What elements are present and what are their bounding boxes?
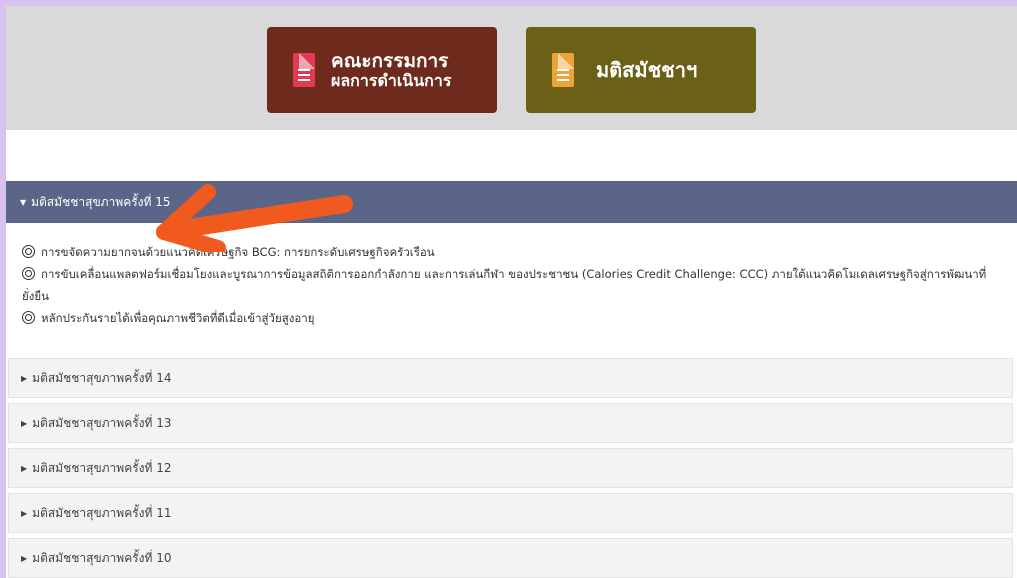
document-list-icon [293,53,315,87]
item-link[interactable]: การขจัดความยากจนด้วยแนวคิดเศรษฐกิจ BCG: … [41,245,435,259]
link-circle-icon [22,267,35,280]
list-item[interactable]: การขจัดความยากจนด้วยแนวคิดเศรษฐกิจ BCG: … [22,241,1003,263]
list-item[interactable]: หลักประกันรายได้เพื่อคุณภาพชีวิตที่ดีเมื… [22,307,1003,329]
accordion-header-expanded[interactable]: ▼ มติสมัชชาสุขภาพครั้งที่ 15 [6,181,1017,223]
resolution-button[interactable]: มติสมัชชาฯ [526,27,756,113]
page-frame: คณะกรรมการ ผลการดำเนินการ มติสมัชชาฯ ▼ ม… [6,6,1017,578]
caret-down-icon: ▼ [20,197,27,207]
committee-label-line2: ผลการดำเนินการ [331,70,452,90]
accordion-item-14[interactable]: ▶ มติสมัชชาสุขภาพครั้งที่ 14 [8,358,1013,398]
committee-label: คณะกรรมการ ผลการดำเนินการ [331,49,452,90]
accordion-item-12[interactable]: ▶ มติสมัชชาสุขภาพครั้งที่ 12 [8,448,1013,488]
committee-button[interactable]: คณะกรรมการ ผลการดำเนินการ [267,27,497,113]
resolution-label: มติสมัชชาฯ [596,58,698,82]
accordion-item-label: มติสมัชชาสุขภาพครั้งที่ 14 [32,370,172,385]
accordion-item-11[interactable]: ▶ มติสมัชชาสุขภาพครั้งที่ 11 [8,493,1013,533]
accordion-body: การขจัดความยากจนด้วยแนวคิดเศรษฐกิจ BCG: … [6,223,1017,358]
list-item[interactable]: การขับเคลื่อนแพลตฟอร์มเชื่อมโยงและบูรณาก… [22,263,1003,307]
caret-right-icon: ▶ [21,463,28,473]
accordion-title: มติสมัชชาสุขภาพครั้งที่ 15 [31,194,171,209]
accordion-item-label: มติสมัชชาสุขภาพครั้งที่ 13 [32,415,172,430]
link-circle-icon [22,245,35,258]
caret-right-icon: ▶ [21,553,28,563]
caret-right-icon: ▶ [21,373,28,383]
link-circle-icon [22,311,35,324]
committee-label-line1: คณะกรรมการ [331,49,449,72]
document-list-icon [552,53,574,87]
item-link[interactable]: การขับเคลื่อนแพลตฟอร์มเชื่อมโยงและบูรณาก… [22,267,986,303]
accordion-item-10[interactable]: ▶ มติสมัชชาสุขภาพครั้งที่ 10 [8,538,1013,578]
accordion-item-label: มติสมัชชาสุขภาพครั้งที่ 12 [32,460,172,475]
accordion-item-label: มติสมัชชาสุขภาพครั้งที่ 11 [32,505,172,520]
accordion-item-13[interactable]: ▶ มติสมัชชาสุขภาพครั้งที่ 13 [8,403,1013,443]
accordion-item-label: มติสมัชชาสุขภาพครั้งที่ 10 [32,550,172,565]
caret-right-icon: ▶ [21,508,28,518]
item-link[interactable]: หลักประกันรายได้เพื่อคุณภาพชีวิตที่ดีเมื… [41,311,315,325]
header-band: คณะกรรมการ ผลการดำเนินการ มติสมัชชาฯ [6,6,1017,130]
caret-right-icon: ▶ [21,418,28,428]
